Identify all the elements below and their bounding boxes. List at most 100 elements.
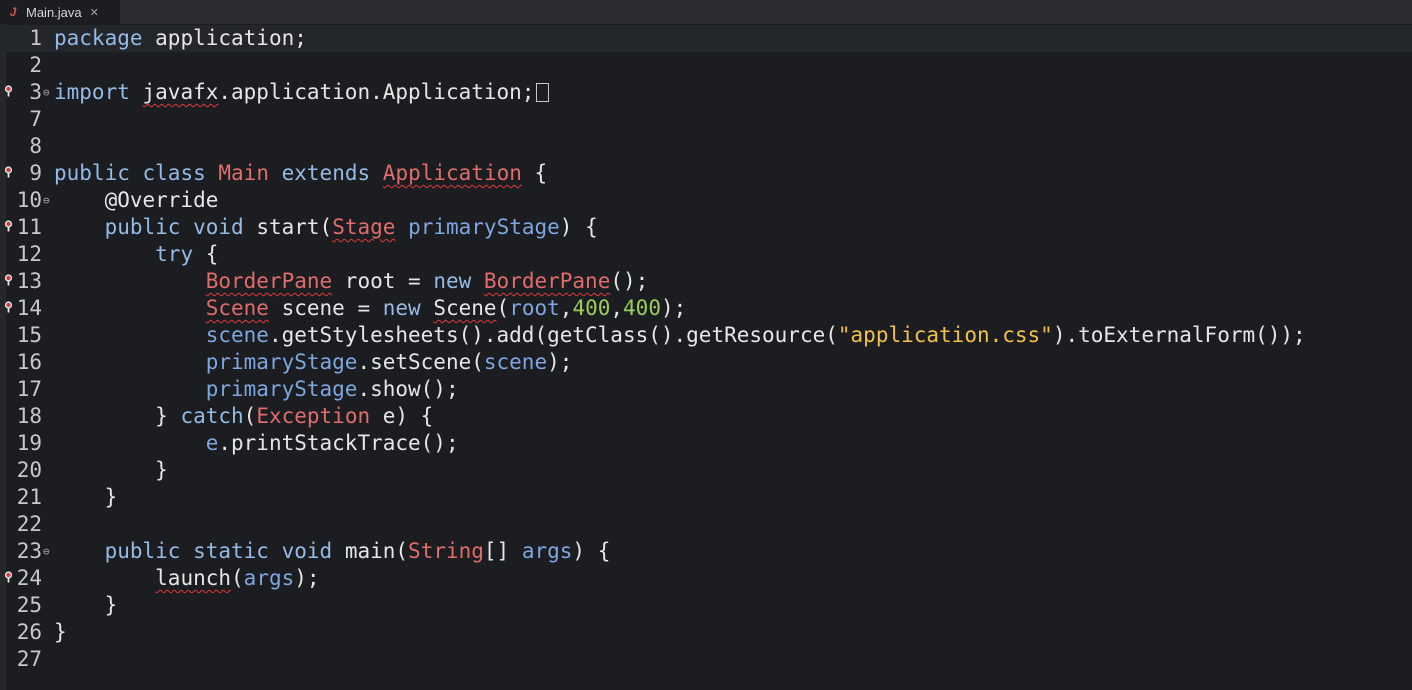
line-number: 9 — [29, 161, 42, 185]
code-token: extends — [281, 161, 371, 185]
code-line[interactable]: 15 scene.getStylesheets().add(getClass()… — [0, 322, 1412, 349]
code-token: application; — [142, 26, 307, 50]
code-token: .show(); — [357, 377, 459, 401]
code-token: new — [433, 269, 472, 293]
code-token: ( — [496, 296, 510, 320]
code-text: Scene scene = new Scene(root,400,400); — [54, 295, 687, 322]
code-text: primaryStage.setScene(scene); — [54, 349, 573, 376]
error-token: BorderPane — [483, 269, 611, 293]
code-token: class — [142, 161, 206, 185]
code-token: void — [193, 215, 244, 239]
code-line[interactable]: 12 try { — [0, 241, 1412, 268]
code-line[interactable]: 22 — [0, 511, 1412, 538]
code-line[interactable]: 3 ⊖ import javafx.application.Application; — [0, 79, 1412, 106]
error-token: launch — [155, 566, 232, 590]
code-token: ).toExternalForm()); — [1052, 323, 1306, 347]
code-line[interactable]: 16 primaryStage.setScene(scene); — [0, 349, 1412, 376]
code-token: scene — [483, 350, 548, 374]
code-text: } — [54, 457, 168, 484]
code-token: start( — [243, 215, 333, 239]
code-line[interactable]: 21 } — [0, 484, 1412, 511]
code-line[interactable]: 19 e.printStackTrace(); — [0, 430, 1412, 457]
line-number: 23 — [16, 539, 42, 563]
code-token: [] — [483, 539, 522, 563]
code-text: e.printStackTrace(); — [54, 430, 459, 457]
code-token: try — [155, 242, 194, 266]
code-token: .printStackTrace(); — [218, 431, 459, 455]
code-token: ); — [547, 350, 573, 374]
code-line[interactable]: 20 } — [0, 457, 1412, 484]
code-token: e — [205, 431, 219, 455]
close-icon[interactable]: ✕ — [90, 6, 99, 19]
code-text: try { — [54, 241, 218, 268]
error-token: Application — [382, 161, 522, 185]
fold-toggle-icon[interactable]: ⊖ — [43, 79, 50, 106]
code-token: @Override — [54, 188, 219, 212]
line-number: 8 — [29, 134, 42, 158]
code-token: , — [559, 296, 573, 320]
code-line[interactable]: 2 — [0, 52, 1412, 79]
code-token: root — [509, 296, 560, 320]
code-editor-window: J Main.java ✕ 1 package application; 2 3 ⊖ im… — [0, 0, 1412, 690]
code-line[interactable]: 14 Scene scene = new Scene(root,400,400)… — [0, 295, 1412, 322]
code-text: BorderPane root = new BorderPane(); — [54, 268, 649, 295]
code-token: public — [104, 539, 181, 563]
fold-toggle-icon[interactable]: ⊖ — [43, 538, 50, 565]
code-line[interactable]: 1 package application; — [0, 25, 1412, 52]
code-token: , — [610, 296, 624, 320]
line-number: 13 — [16, 269, 42, 293]
line-number: 25 — [16, 593, 42, 617]
code-line[interactable]: 13 BorderPane root = new BorderPane(); — [0, 268, 1412, 295]
code-line[interactable]: 11 public void start(Stage primaryStage)… — [0, 214, 1412, 241]
code-line[interactable]: 24 launch(args); — [0, 565, 1412, 592]
code-line[interactable]: 8 — [0, 133, 1412, 160]
code-token: { — [193, 242, 219, 266]
error-token: Stage — [332, 215, 396, 239]
code-line[interactable]: 25 } — [0, 592, 1412, 619]
collapsed-imports-indicator[interactable] — [536, 83, 550, 102]
line-number: 27 — [16, 647, 42, 671]
code-token: { — [521, 161, 548, 185]
code-line[interactable]: 9 public class Main extends Application { — [0, 160, 1412, 187]
line-number: 14 — [16, 296, 42, 320]
code-token: primaryStage — [408, 215, 560, 239]
code-line[interactable]: 26} — [0, 619, 1412, 646]
code-line[interactable]: 17 primaryStage.show(); — [0, 376, 1412, 403]
code-text: launch(args); — [54, 565, 319, 592]
code-line[interactable]: 27 — [0, 646, 1412, 673]
line-number: 19 — [16, 431, 42, 455]
tab-filename: Main.java — [26, 4, 82, 20]
code-line[interactable]: 18 } catch(Exception e) { — [0, 403, 1412, 430]
code-token: args — [243, 566, 295, 590]
code-token: public — [54, 161, 130, 185]
code-token: e) { — [370, 404, 434, 428]
code-line[interactable]: 23 ⊖ public static void main(String[] arg… — [0, 538, 1412, 565]
code-line[interactable]: 7 — [0, 106, 1412, 133]
code-token: scene — [205, 323, 269, 347]
code-editor[interactable]: 1 package application; 2 3 ⊖ import javafx.ap… — [0, 24, 1412, 690]
tab-main-java[interactable]: J Main.java ✕ — [0, 0, 120, 24]
line-number: 20 — [16, 458, 42, 482]
fold-toggle-icon[interactable]: ⊖ — [43, 187, 50, 214]
code-token: } — [54, 620, 67, 644]
code-token: args — [521, 539, 573, 563]
code-token: scene = — [268, 296, 383, 320]
line-number: 11 — [16, 215, 42, 239]
error-token: BorderPane — [205, 269, 333, 293]
code-token: ); — [660, 296, 687, 320]
code-token: (); — [610, 269, 649, 293]
line-number: 7 — [29, 107, 42, 131]
code-line[interactable]: 10 ⊖ @Override — [0, 187, 1412, 214]
